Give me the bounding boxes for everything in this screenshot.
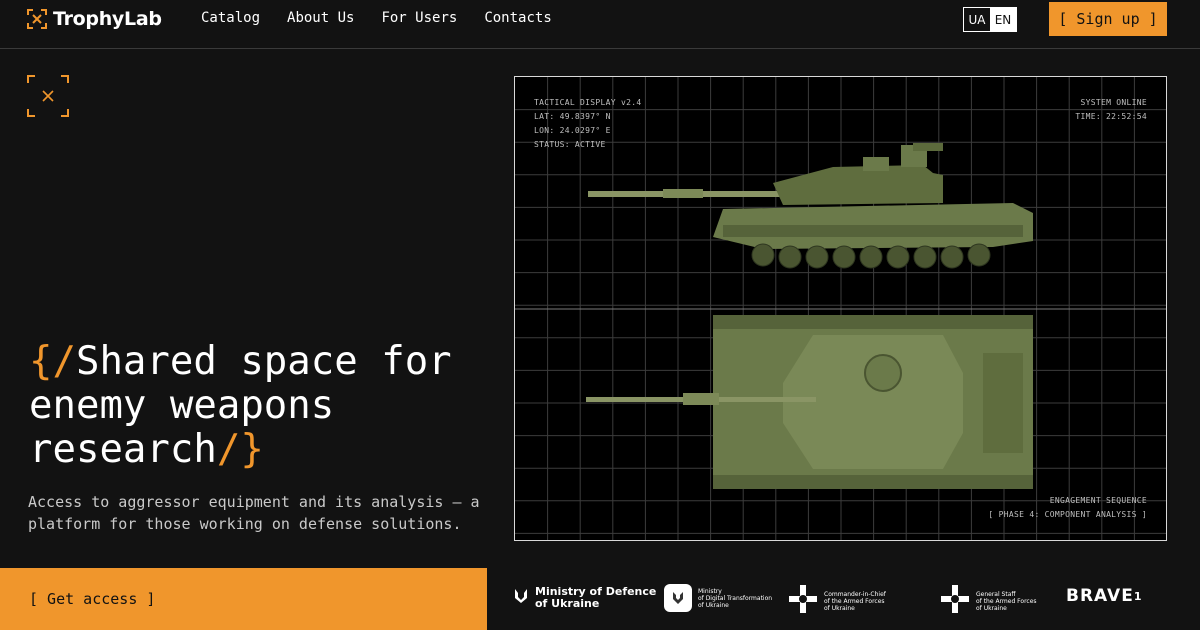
- hud-title: TACTICAL DISPLAY v2.4: [534, 98, 642, 107]
- hud-sequence: ENGAGEMENT SEQUENCE: [1049, 496, 1147, 505]
- crosshair-icon: [27, 75, 69, 117]
- partner-commander-in-chief[interactable]: Commander-in-Chief of the Armed Forces o…: [788, 584, 886, 618]
- nav-catalog[interactable]: Catalog: [201, 10, 260, 26]
- nav-for-users[interactable]: For Users: [381, 10, 457, 26]
- gs-line1: General Staff: [976, 590, 1016, 598]
- tank-top-view: [586, 315, 1033, 489]
- main-nav: Catalog About Us For Users Contacts: [201, 10, 552, 26]
- mdt-line2: of Digital Transformation: [698, 594, 773, 602]
- tactical-display: TACTICAL DISPLAY v2.4 LAT: 49.8397° N LO…: [514, 76, 1167, 541]
- cic-line1: Commander-in-Chief: [824, 590, 886, 598]
- hero-description: Access to aggressor equipment and its an…: [28, 493, 480, 533]
- partner-brave1[interactable]: BRAVE 1: [1066, 586, 1142, 606]
- hud-phase: [ PHASE 4: COMPONENT ANALYSIS ]: [988, 510, 1147, 519]
- lang-en-button[interactable]: EN: [990, 8, 1016, 31]
- cic-line3: of Ukraine: [824, 604, 855, 612]
- mdt-line3: of Ukraine: [698, 601, 729, 609]
- mdt-emblem-icon: [664, 584, 692, 612]
- hud-lon: LON: 24.0297° E: [534, 126, 611, 135]
- gs-line3: of Ukraine: [976, 604, 1007, 612]
- site-header: TrophyLab Catalog About Us For Users Con…: [0, 0, 1200, 49]
- nav-about-us[interactable]: About Us: [287, 10, 354, 26]
- gs-line2: of the Armed Forces: [976, 597, 1037, 605]
- partner-ministry-digital-transformation[interactable]: Ministry of Digital Transformation of Uk…: [664, 584, 772, 612]
- logo-crosshair-icon: [27, 9, 47, 29]
- mod-line2: of Ukraine: [535, 597, 600, 610]
- hud-system: SYSTEM ONLINE: [1080, 98, 1147, 107]
- signup-button[interactable]: [ Sign up ]: [1049, 2, 1167, 36]
- mdt-line1: Ministry: [698, 587, 722, 595]
- hud-time: TIME: 22:52:54: [1075, 112, 1147, 121]
- logo-text: TrophyLab: [53, 8, 162, 30]
- cross-emblem-icon: [940, 584, 970, 618]
- cic-line2: of the Armed Forces: [824, 597, 885, 605]
- cross-emblem-icon: [788, 584, 818, 618]
- hud-bottom-right: ENGAGEMENT SEQUENCE [ PHASE 4: COMPONENT…: [988, 494, 1147, 522]
- partner-ministry-of-defence[interactable]: Ministry of Defence of Ukraine: [513, 586, 656, 610]
- partner-logos: Ministry of Defence of Ukraine Ministry …: [487, 568, 1200, 630]
- hud-top-right: SYSTEM ONLINE TIME: 22:52:54: [1075, 96, 1147, 124]
- title-close-bracket: /}: [216, 427, 264, 472]
- lang-ua-button[interactable]: UA: [964, 8, 990, 31]
- partner-general-staff[interactable]: General Staff of the Armed Forces of Ukr…: [940, 584, 1037, 618]
- hero-title: {/Shared space for enemy weapons researc…: [29, 340, 499, 472]
- title-open-bracket: {/: [29, 339, 76, 384]
- brave-text: BRAVE: [1066, 586, 1134, 606]
- brave-sup: 1: [1133, 589, 1143, 603]
- get-access-button[interactable]: [ Get access ]: [0, 568, 487, 630]
- language-switcher: UA EN: [963, 7, 1017, 32]
- tank-side-view: [588, 143, 1033, 269]
- logo[interactable]: TrophyLab: [27, 8, 162, 30]
- trident-icon: [513, 587, 529, 609]
- hud-lat: LAT: 49.8397° N: [534, 112, 611, 121]
- nav-contacts[interactable]: Contacts: [484, 10, 551, 26]
